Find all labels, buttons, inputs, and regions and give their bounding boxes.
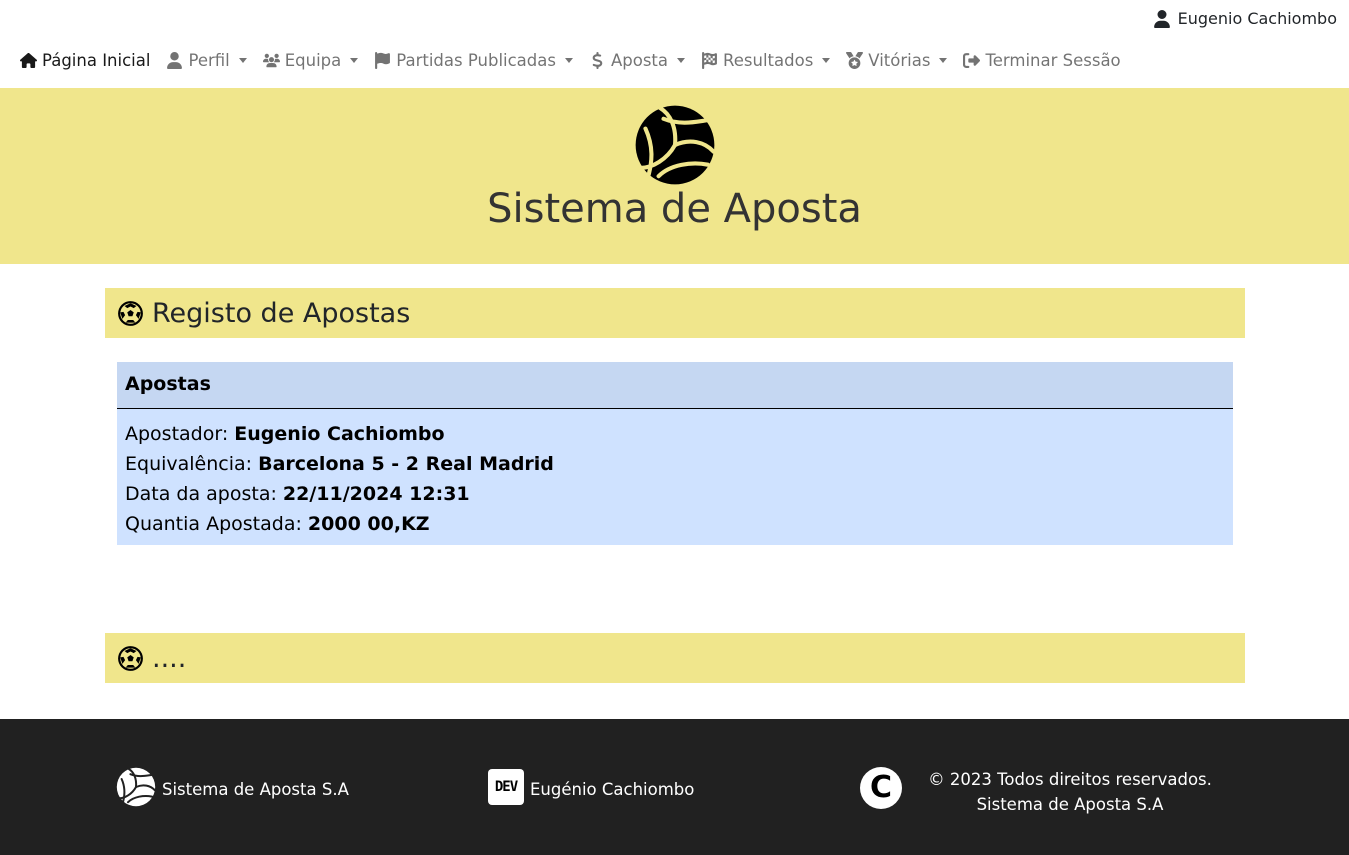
row-label: Equivalência: [125, 453, 253, 475]
footer-brand: Sistema de Aposta S.A [116, 767, 349, 807]
dev-icon: DEV [488, 769, 524, 805]
medal-icon [846, 51, 864, 69]
section-title: .... [152, 642, 187, 674]
footer-copyright-icon-wrap: C [860, 767, 902, 809]
nav-partidas-label: Partidas Publicadas [396, 50, 556, 70]
footer-dev[interactable]: DEV Eugénio Cachiombo [488, 769, 694, 805]
nav-aposta-label: Aposta [610, 50, 669, 70]
chevron-down-icon [939, 57, 948, 63]
main-nav: Página Inicial Perfil Equipa Partidas Pu… [20, 46, 1137, 74]
user-icon [1153, 9, 1170, 28]
copyright-symbol: C [869, 770, 893, 805]
bet-row-quantia: Quantia Apostada: 2000 00,KZ [125, 509, 1225, 539]
nav-equipa-label: Equipa [284, 50, 342, 70]
volleyball-icon [116, 767, 156, 807]
page-title: Sistema de Aposta [487, 186, 862, 232]
soccer-ball-icon [118, 300, 143, 326]
user-menu[interactable]: Eugenio Cachiombo [1153, 9, 1337, 28]
copyright-line-2: Sistema de Aposta S.A [976, 795, 1164, 814]
row-label: Data da aposta: [125, 483, 277, 505]
nav-equipa[interactable]: Equipa [262, 50, 359, 70]
nav-vitorias[interactable]: Vitórias [846, 50, 948, 70]
top-bar: Eugenio Cachiombo [0, 0, 1349, 40]
bet-card: Apostas Apostador: Eugenio Cachiombo Equ… [117, 362, 1233, 545]
nav-home[interactable]: Página Inicial [20, 51, 150, 70]
section-header-more: .... [105, 633, 1245, 683]
bet-row-equivalencia: Equivalência: Barcelona 5 - 2 Real Madri… [125, 449, 1225, 479]
nav-perfil-label: Perfil [188, 50, 230, 70]
row-label: Quantia Apostada: [125, 513, 302, 535]
nav-logout[interactable]: Terminar Sessão [963, 50, 1121, 70]
chevron-down-icon [564, 57, 573, 63]
flag-icon [375, 51, 391, 69]
chevron-down-icon [350, 57, 359, 63]
nav-logout-label: Terminar Sessão [985, 50, 1121, 70]
footer: Sistema de Aposta S.A DEV Eugénio Cachio… [0, 719, 1349, 855]
row-value: 2000 00,KZ [307, 513, 430, 535]
row-value: Eugenio Cachiombo [234, 423, 445, 445]
nav-resultados-label: Resultados [723, 50, 814, 70]
nav-partidas[interactable]: Partidas Publicadas [374, 51, 573, 70]
soccer-ball-icon [118, 645, 143, 671]
chevron-down-icon [677, 57, 686, 63]
users-icon [262, 53, 280, 67]
card-body: Apostador: Eugenio Cachiombo Equivalênci… [117, 409, 1233, 539]
bet-row-data: Data da aposta: 22/11/2024 12:31 [125, 479, 1225, 509]
nav-home-label: Página Inicial [42, 50, 151, 70]
nav-perfil[interactable]: Perfil [166, 50, 247, 70]
footer-dev-name: Eugénio Cachiombo [530, 779, 695, 799]
volleyball-icon [635, 105, 716, 185]
footer-copyright: © 2023 Todos direitos reservados. Sistem… [920, 767, 1220, 817]
copyright-line-1: © 2023 Todos direitos reservados. [928, 770, 1212, 789]
copyright-icon: C [860, 767, 902, 809]
bet-row-apostador: Apostador: Eugenio Cachiombo [125, 419, 1225, 449]
user-icon [167, 51, 183, 69]
nav-aposta[interactable]: Aposta [589, 50, 686, 70]
section-header-registo: Registo de Apostas [105, 288, 1245, 338]
nav-resultados[interactable]: Resultados [701, 50, 831, 70]
card-header: Apostas [117, 362, 1233, 409]
dollar-icon [592, 51, 603, 69]
hero-banner: Sistema de Aposta [0, 88, 1349, 264]
logout-icon [963, 52, 981, 68]
section-title: Registo de Apostas [152, 297, 411, 329]
footer-brand-label: Sistema de Aposta S.A [162, 779, 349, 799]
user-name: Eugenio Cachiombo [1177, 9, 1337, 28]
row-value: 22/11/2024 12:31 [282, 483, 470, 505]
row-value: Barcelona 5 - 2 Real Madrid [258, 453, 554, 475]
checkered-flag-icon [702, 51, 717, 69]
chevron-down-icon [238, 57, 247, 63]
chevron-down-icon [822, 57, 831, 63]
home-icon [20, 52, 37, 68]
row-label: Apostador: [125, 423, 229, 445]
nav-vitorias-label: Vitórias [868, 50, 931, 70]
